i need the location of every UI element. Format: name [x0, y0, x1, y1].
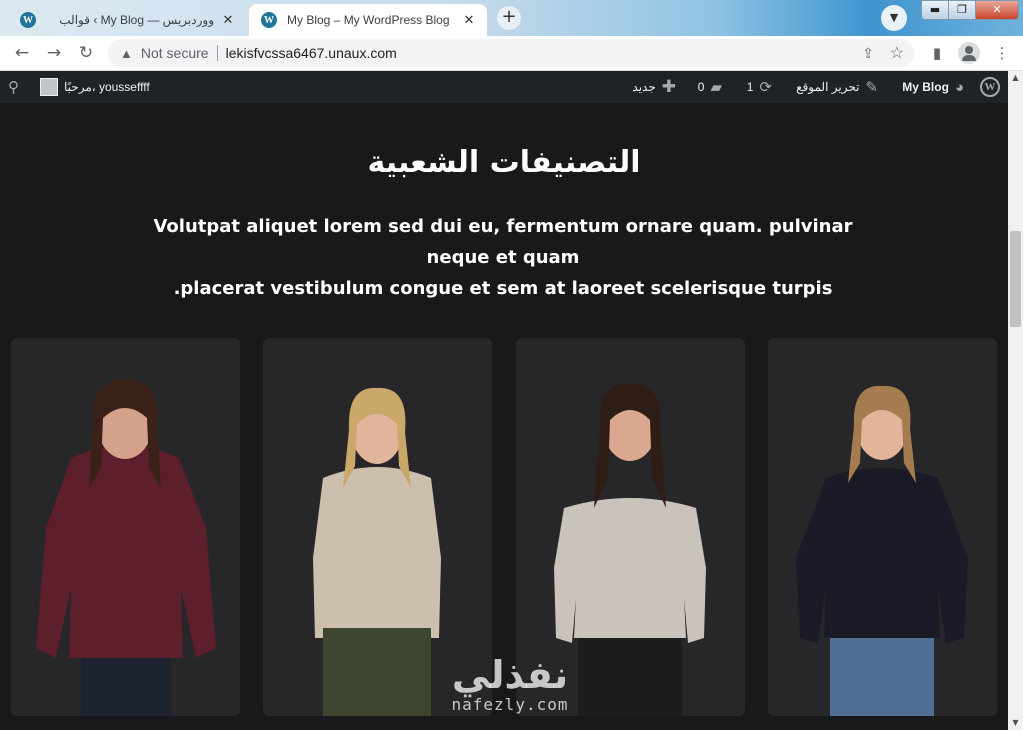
updates-icon: ⟳ — [759, 79, 772, 96]
back-arrow-icon[interactable]: ← — [10, 42, 34, 66]
wordpress-logo-icon: W — [980, 77, 1000, 97]
product-card-1[interactable] — [11, 338, 240, 716]
restore-button[interactable]: ❐ — [948, 0, 976, 20]
tab-title: My Blog – My WordPress Blog — [287, 13, 450, 27]
watermark-arabic: نفذلي — [451, 653, 569, 697]
product-image-burgundy-blouse — [36, 379, 216, 716]
warning-icon[interactable]: ▲ — [120, 46, 133, 61]
brush-icon: ✎ — [865, 79, 878, 96]
bookmark-star-icon[interactable]: ☆ — [890, 43, 904, 63]
search-icon: ⚲ — [8, 79, 19, 96]
browser-tab-strip: W قوالب ‹ My Blog — ووردبريس ✕ W My Blog… — [0, 0, 1023, 36]
watermark-latin: nafezly.com — [451, 695, 569, 714]
minimize-button[interactable]: ▬ — [921, 0, 949, 20]
close-tab-icon[interactable]: ✕ — [459, 12, 479, 28]
scroll-down-arrow-icon[interactable]: ▼ — [1008, 716, 1023, 730]
avatar — [40, 78, 58, 96]
url-text[interactable]: lekisfvcssa6467.unaux.com — [226, 45, 397, 61]
site-name: My Blog — [902, 80, 949, 94]
share-icon[interactable]: ⇪ — [862, 45, 874, 62]
tab-themes[interactable]: W قوالب ‹ My Blog — ووردبريس ✕ — [8, 4, 246, 36]
tab-my-blog[interactable]: W My Blog – My WordPress Blog ✕ — [249, 4, 487, 36]
plus-icon: ✚ — [661, 77, 676, 96]
wp-admin-bar: W My Blog ◕ تحرير الموقع ✎ 1 ⟳ 0 ▰ جديد … — [0, 71, 1008, 103]
my-account-menu[interactable]: مرحبًا، yousseffff — [40, 71, 150, 103]
search-toggle[interactable]: ⚲ — [8, 71, 19, 103]
kebab-menu-icon[interactable]: ⋮ — [992, 44, 1012, 62]
customize-menu[interactable]: تحرير الموقع ✎ — [796, 71, 878, 103]
wordpress-favicon-icon: W — [20, 12, 36, 28]
forward-arrow-icon[interactable]: → — [42, 42, 66, 66]
separator — [216, 45, 218, 61]
watermark: نفذلي nafezly.com — [440, 655, 580, 714]
wp-logo-menu[interactable]: W — [980, 71, 1000, 103]
page-content: التصنيفات الشعبية Volutpat aliquet lorem… — [0, 103, 1008, 730]
profile-avatar-icon[interactable] — [958, 42, 980, 64]
section-description: Volutpat aliquet lorem sed dui eu, ferme… — [120, 211, 886, 304]
dashboard-icon: ◕ — [954, 78, 964, 96]
customize-label: تحرير الموقع — [796, 80, 860, 94]
security-label[interactable]: Not secure — [141, 45, 209, 61]
new-tab-button[interactable]: + — [497, 6, 521, 30]
product-image-navy-lace-blouse — [796, 385, 968, 716]
new-content-menu[interactable]: جديد ✚ — [632, 71, 676, 103]
comment-bubble-icon: ▰ — [710, 79, 722, 96]
tab-search-chevron-icon[interactable]: ▼ — [881, 5, 907, 31]
reload-icon[interactable]: ↻ — [74, 42, 98, 66]
wordpress-favicon-icon: W — [261, 12, 277, 28]
window-close-button[interactable]: ✕ — [975, 0, 1019, 20]
page-scrollbar[interactable]: ▲ ▼ — [1008, 71, 1023, 730]
description-line-1: Volutpat aliquet lorem sed dui eu, ferme… — [153, 216, 853, 268]
browser-toolbar: ← → ↻ ▲ Not secure lekisfvcssa6467.unaux… — [0, 36, 1023, 71]
updates-menu[interactable]: 1 ⟳ — [747, 71, 772, 103]
site-name-menu[interactable]: My Blog ◕ — [902, 71, 964, 103]
new-label: جديد — [632, 80, 656, 94]
greeting: مرحبًا، yousseffff — [64, 80, 150, 94]
description-line-2: placerat vestibulum congue et sem at lao… — [173, 278, 833, 299]
updates-count: 1 — [746, 80, 754, 94]
product-card-4[interactable] — [768, 338, 997, 716]
comments-menu[interactable]: 0 ▰ — [698, 71, 722, 103]
scroll-up-arrow-icon[interactable]: ▲ — [1008, 71, 1023, 85]
comments-count: 0 — [697, 80, 705, 94]
scrollbar-thumb[interactable] — [1010, 231, 1021, 327]
tab-title: قوالب ‹ My Blog — ووردبريس — [59, 13, 214, 27]
side-panel-icon[interactable]: ▮ — [927, 44, 947, 62]
address-bar[interactable]: ▲ Not secure lekisfvcssa6467.unaux.com ⇪… — [108, 39, 914, 67]
close-tab-icon[interactable]: ✕ — [218, 12, 238, 28]
section-title: التصنيفات الشعبية — [367, 145, 641, 180]
